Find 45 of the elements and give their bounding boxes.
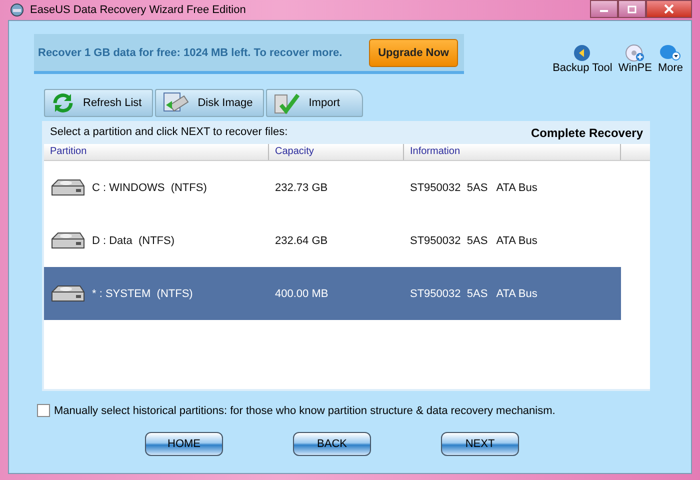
historical-checkbox[interactable]: [37, 404, 50, 417]
toolbar-button[interactable]: Disk Image: [154, 89, 264, 117]
disc-icon: [625, 44, 646, 62]
minimize-button[interactable]: [590, 0, 618, 18]
maximize-button[interactable]: [618, 0, 646, 18]
backup-icon: [573, 44, 592, 62]
upgrade-button[interactable]: Upgrade Now: [369, 38, 458, 66]
partition-row[interactable]: D : Data (NTFS) 232.64 GB ST950032 5AS ATA Bus: [44, 214, 621, 267]
partition-row[interactable]: * : SYSTEM (NTFS) 400.00 MB ST950032 5AS ATA Bus: [44, 267, 621, 320]
toolbar-button[interactable]: Import: [266, 89, 363, 117]
close-button[interactable]: [646, 0, 692, 18]
hard-drive-icon: [50, 284, 86, 304]
disk-information: ST950032 5AS ATA Bus: [410, 234, 538, 246]
refresh-icon: [51, 91, 75, 115]
banner-message: Recover 1 GB data for free: 1024 MB left. To recover more.: [38, 46, 342, 58]
tool-button[interactable]: More: [656, 44, 685, 74]
close-icon: [664, 4, 674, 14]
hard-drive-icon: [50, 230, 86, 250]
maximize-icon: [627, 4, 637, 14]
recovery-mode-title: Complete Recovery: [530, 126, 643, 140]
window-title: EaseUS Data Recovery Wizard Free Edition: [30, 4, 246, 16]
capacity-value: 400.00 MB: [275, 288, 328, 300]
hard-drive-icon: [50, 178, 86, 198]
app-icon: [10, 3, 24, 17]
chat-icon: [659, 44, 682, 62]
toolbar-button[interactable]: Refresh List: [44, 89, 153, 117]
nav-button[interactable]: HOME: [145, 432, 223, 456]
capacity-value: 232.64 GB: [275, 234, 328, 246]
historical-label: Manually select historical partitions: for those who know partition structure & data recovery mechanism.: [54, 404, 556, 416]
partition-name: D : Data (NTFS): [92, 234, 175, 246]
nav-button[interactable]: NEXT: [441, 432, 519, 456]
column-header[interactable]: Partition: [44, 144, 269, 160]
nav-button[interactable]: BACK: [293, 432, 371, 456]
partition-row[interactable]: C : WINDOWS (NTFS) 232.73 GB ST950032 5AS ATA Bus: [44, 161, 621, 214]
partition-name: * : SYSTEM (NTFS): [92, 288, 193, 300]
column-header[interactable]: Information: [404, 144, 621, 160]
instruction-text: Select a partition and click NEXT to recover files:: [50, 126, 288, 140]
import-icon: [272, 91, 301, 115]
partition-name: C : WINDOWS (NTFS): [92, 182, 207, 194]
tool-button[interactable]: WinPE: [616, 44, 654, 74]
disk-information: ST950032 5AS ATA Bus: [410, 288, 538, 300]
disk-information: ST950032 5AS ATA Bus: [410, 182, 538, 194]
capacity-value: 232.73 GB: [275, 182, 328, 194]
column-header[interactable]: Capacity: [269, 144, 404, 160]
tool-button[interactable]: Backup Tool: [550, 44, 614, 74]
